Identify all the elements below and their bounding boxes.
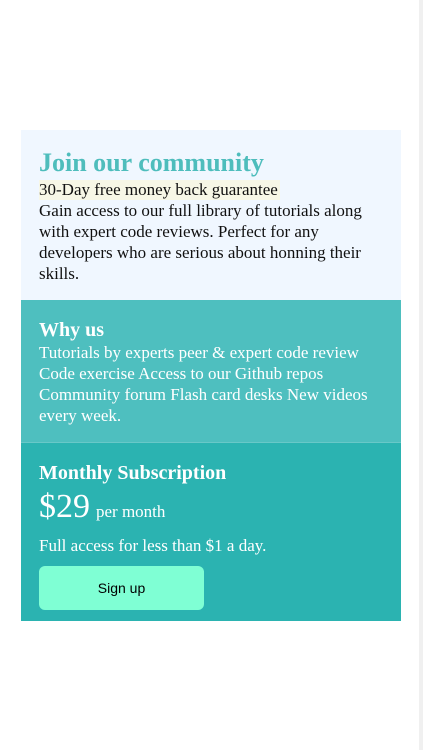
price-row: $29 per month	[39, 489, 383, 530]
sign-up-button[interactable]: Sign up	[39, 566, 204, 610]
page-scrollbar-edge	[419, 0, 423, 750]
why-us-text: Tutorials by experts peer & expert code …	[39, 343, 368, 425]
pricing-card: Join our community 30-Day free money bac…	[21, 130, 401, 621]
guarantee-highlight: 30-Day free money back guarantee	[39, 180, 280, 200]
price-period: per month	[96, 502, 166, 521]
subscription-note: Full access for less than $1 a day.	[39, 536, 267, 555]
join-community-section: Join our community 30-Day free money bac…	[21, 130, 401, 300]
subscription-section: Monthly Subscription $29 per month Full …	[21, 443, 401, 621]
price-amount: $29	[39, 488, 90, 525]
join-description: Gain access to our full library of tutor…	[39, 201, 362, 283]
why-us-title: Why us	[39, 319, 105, 341]
why-us-section: Why us Tutorials by experts peer & exper…	[21, 300, 401, 443]
join-title: Join our community	[39, 148, 264, 177]
subscription-title: Monthly Subscription	[39, 462, 227, 484]
